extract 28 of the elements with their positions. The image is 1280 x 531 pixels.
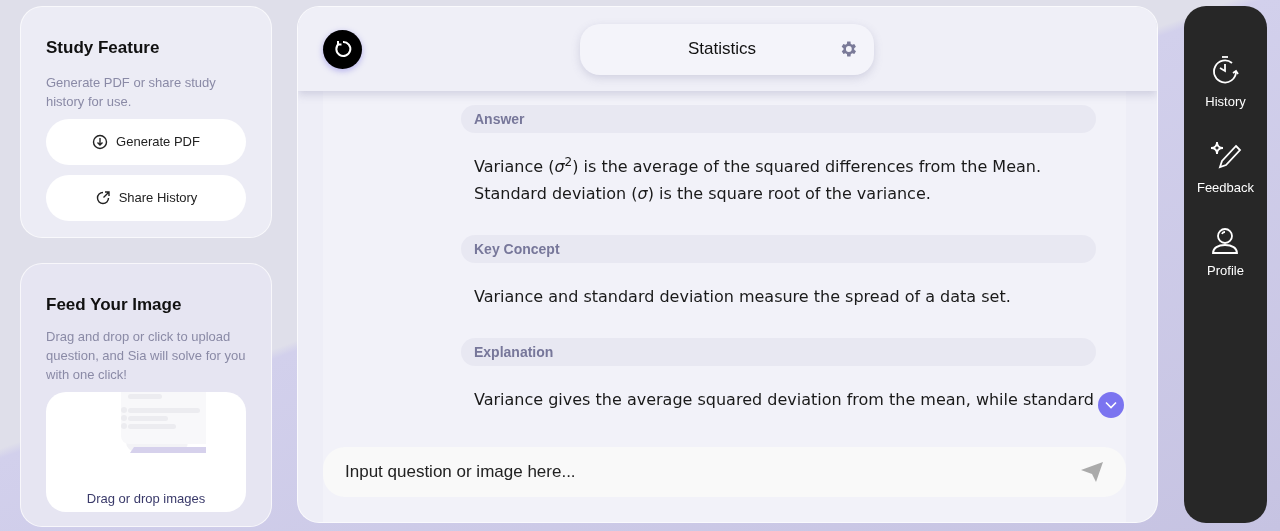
section-heading: Answer — [461, 105, 1096, 133]
section-heading: Key Concept — [461, 235, 1096, 263]
send-icon[interactable] — [1080, 461, 1104, 483]
share-history-button[interactable]: Share History — [46, 174, 246, 221]
profile-nav-item[interactable]: Profile — [1207, 225, 1244, 281]
share-icon — [94, 189, 111, 206]
card-title: Study Feature — [46, 37, 161, 59]
drop-label: Drag or drop images — [86, 489, 206, 508]
generate-pdf-button[interactable]: Generate PDF — [46, 118, 246, 165]
user-icon — [1210, 225, 1241, 255]
chevron-down-icon — [1105, 401, 1117, 409]
feedback-nav-item[interactable]: Feedback — [1196, 139, 1255, 197]
card-description: Generate PDF or share study history for use. — [46, 73, 217, 111]
card-title: Feed Your Image — [46, 293, 183, 316]
card-description: Drag and drop or click to upload question, and Sia will solve for you with one click! — [46, 328, 246, 384]
drop-zone[interactable]: Drag or drop images — [46, 392, 246, 512]
answer-text: Variance (σ$^{2}$) is the average of the squared differences from the Mean. — [474, 154, 1043, 178]
subject-title: Statistics — [687, 38, 757, 61]
question-input[interactable]: Input question or image here... — [323, 447, 1126, 497]
answer-text: Variance gives the average squared deviation from the mean, while standard — [474, 389, 1095, 411]
input-field[interactable]: Input question or image here... — [345, 459, 1080, 485]
refresh-button[interactable] — [323, 29, 362, 69]
refresh-icon — [332, 39, 353, 59]
answer-text: Standard deviation (σ) is the square root of the variance. — [474, 183, 932, 205]
history-nav-item[interactable]: History — [1205, 54, 1246, 112]
download-icon — [92, 133, 109, 150]
section-heading: Explanation — [461, 338, 1096, 366]
answer-text: Variance and standard deviation measure the spread of a data set. — [474, 286, 1012, 308]
